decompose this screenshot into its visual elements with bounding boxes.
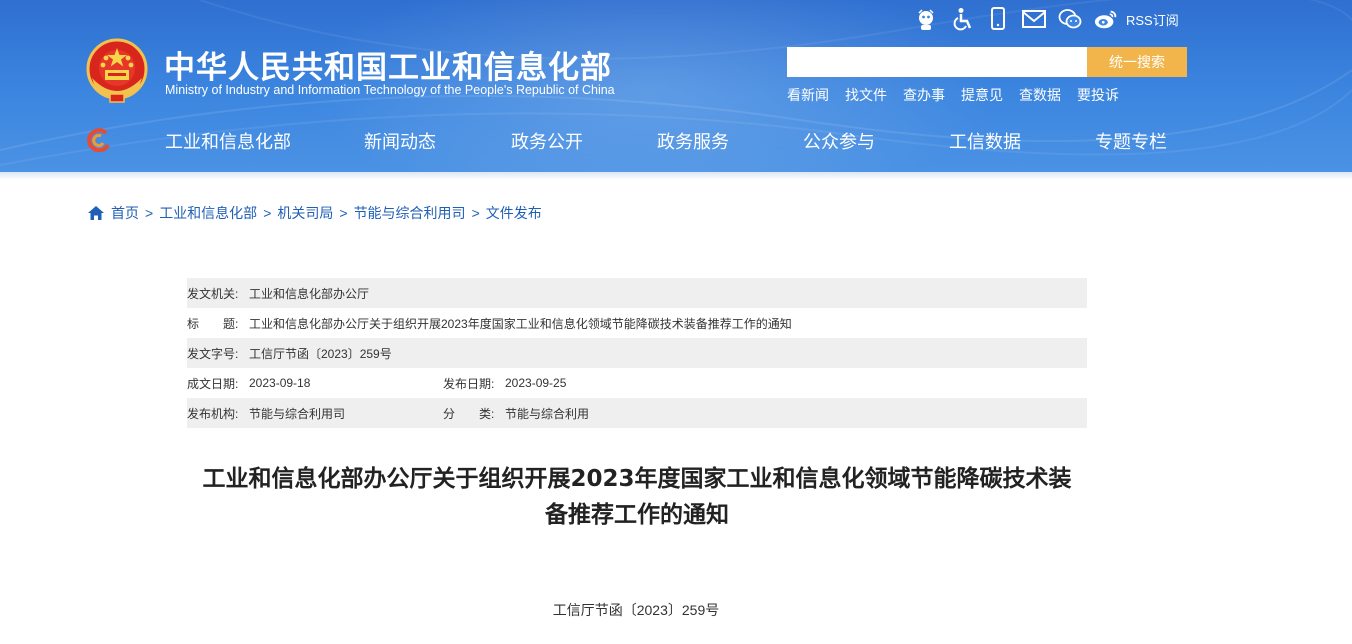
nav-item-government-affairs[interactable]: 政务公开 [511, 128, 583, 154]
breadcrumb-file-release[interactable]: 文件发布 [486, 203, 542, 223]
national-emblem-icon [86, 38, 148, 103]
breadcrumb-separator: > [339, 205, 348, 221]
nav-item-public-participation[interactable]: 公众参与 [803, 128, 875, 154]
mobile-icon[interactable] [986, 7, 1010, 31]
rss-subscribe-link[interactable]: RSS订阅 [1126, 10, 1179, 29]
meta-row-org: 发布机构: 节能与综合利用司 分 类: 节能与综合利用 [187, 398, 1087, 428]
quick-link-services[interactable]: 查办事 [903, 85, 945, 105]
nav-item-special-topics[interactable]: 专题专栏 [1095, 128, 1167, 154]
site-title: 中华人民共和国工业和信息化部 [164, 50, 612, 86]
breadcrumb-separator: > [471, 205, 480, 221]
document-number: 工信厅节函〔2023〕259号 [552, 602, 720, 618]
quick-link-files[interactable]: 找文件 [845, 85, 887, 105]
issuer-label: 发文机关: [187, 286, 239, 301]
wechat-icon[interactable] [1058, 7, 1082, 31]
breadcrumb: 首页 > 工业和信息化部 > 机关司局 > 节能与综合利用司 > 文件发布 [88, 203, 542, 223]
meta-row-doc-number: 发文字号: 工信厅节函〔2023〕259号 [187, 338, 1087, 368]
search-input[interactable] [787, 47, 1087, 77]
site-subtitle: Ministry of Industry and Information Tec… [165, 83, 615, 97]
org-label: 发布机构: [187, 406, 239, 421]
quick-link-suggestions[interactable]: 提意见 [961, 85, 1003, 105]
search-button[interactable]: 统一搜索 [1087, 47, 1187, 77]
weibo-icon[interactable] [1094, 7, 1118, 31]
category-label: 分 类: [443, 406, 495, 421]
tool-bar: RSS订阅 [914, 6, 1179, 32]
title-label: 标 题: [187, 316, 239, 331]
published-date-value: 2023-09-25 [505, 376, 567, 390]
nav-item-news[interactable]: 新闻动态 [364, 128, 436, 154]
title-value: 工业和信息化部办公厅关于组织开展2023年度国家工业和信息化领域节能降碳技术装备… [249, 316, 792, 331]
quick-link-data[interactable]: 查数据 [1019, 85, 1061, 105]
quick-link-news[interactable]: 看新闻 [787, 85, 829, 105]
breadcrumb-separator: > [263, 205, 272, 221]
mail-icon[interactable] [1022, 7, 1046, 31]
created-date-label: 成文日期: [187, 376, 239, 391]
miit-logo-icon[interactable] [86, 128, 112, 152]
meta-row-dates: 成文日期: 2023-09-18 发布日期: 2023-09-25 [187, 368, 1087, 398]
home-icon[interactable] [88, 206, 104, 220]
document-title-line-2: 备推荐工作的通知 [545, 502, 729, 528]
meta-row-issuer: 发文机关: 工业和信息化部办公厅 [187, 278, 1087, 308]
nav-item-data[interactable]: 工信数据 [949, 128, 1021, 154]
breadcrumb-energy-saving-dept[interactable]: 节能与综合利用司 [354, 203, 466, 223]
quick-link-complaints[interactable]: 要投诉 [1077, 85, 1119, 105]
meta-row-title: 标 题: 工业和信息化部办公厅关于组织开展2023年度国家工业和信息化领域节能降… [187, 308, 1087, 338]
nav-item-government-services[interactable]: 政务服务 [657, 128, 729, 154]
breadcrumb-departments[interactable]: 机关司局 [277, 203, 333, 223]
document-title-line-1: 工业和信息化部办公厅关于组织开展2023年度国家工业和信息化领域节能降碳技术装 [202, 466, 1072, 492]
quick-links: 看新闻 找文件 查办事 提意见 查数据 要投诉 [787, 85, 1135, 105]
breadcrumb-home[interactable]: 首页 [111, 203, 139, 223]
nav-item-miit[interactable]: 工业和信息化部 [165, 128, 291, 154]
doc-number-value: 工信厅节函〔2023〕259号 [249, 346, 392, 361]
doc-number-label: 发文字号: [187, 346, 239, 361]
org-value: 节能与综合利用司 [249, 406, 346, 421]
header-shadow [0, 172, 1352, 180]
published-date-label: 发布日期: [443, 376, 495, 391]
robot-assistant-icon[interactable] [914, 7, 938, 31]
breadcrumb-separator: > [145, 205, 154, 221]
breadcrumb-miit[interactable]: 工业和信息化部 [159, 203, 257, 223]
issuer-value: 工业和信息化部办公厅 [249, 286, 370, 301]
document-meta-table: 发文机关: 工业和信息化部办公厅 标 题: 工业和信息化部办公厅关于组织开展20… [187, 278, 1087, 428]
accessibility-icon[interactable] [950, 7, 974, 31]
category-value: 节能与综合利用 [505, 406, 590, 421]
document-title: 工业和信息化部办公厅关于组织开展2023年度国家工业和信息化领域节能降碳技术装 … [187, 461, 1087, 533]
created-date-value: 2023-09-18 [249, 376, 311, 390]
